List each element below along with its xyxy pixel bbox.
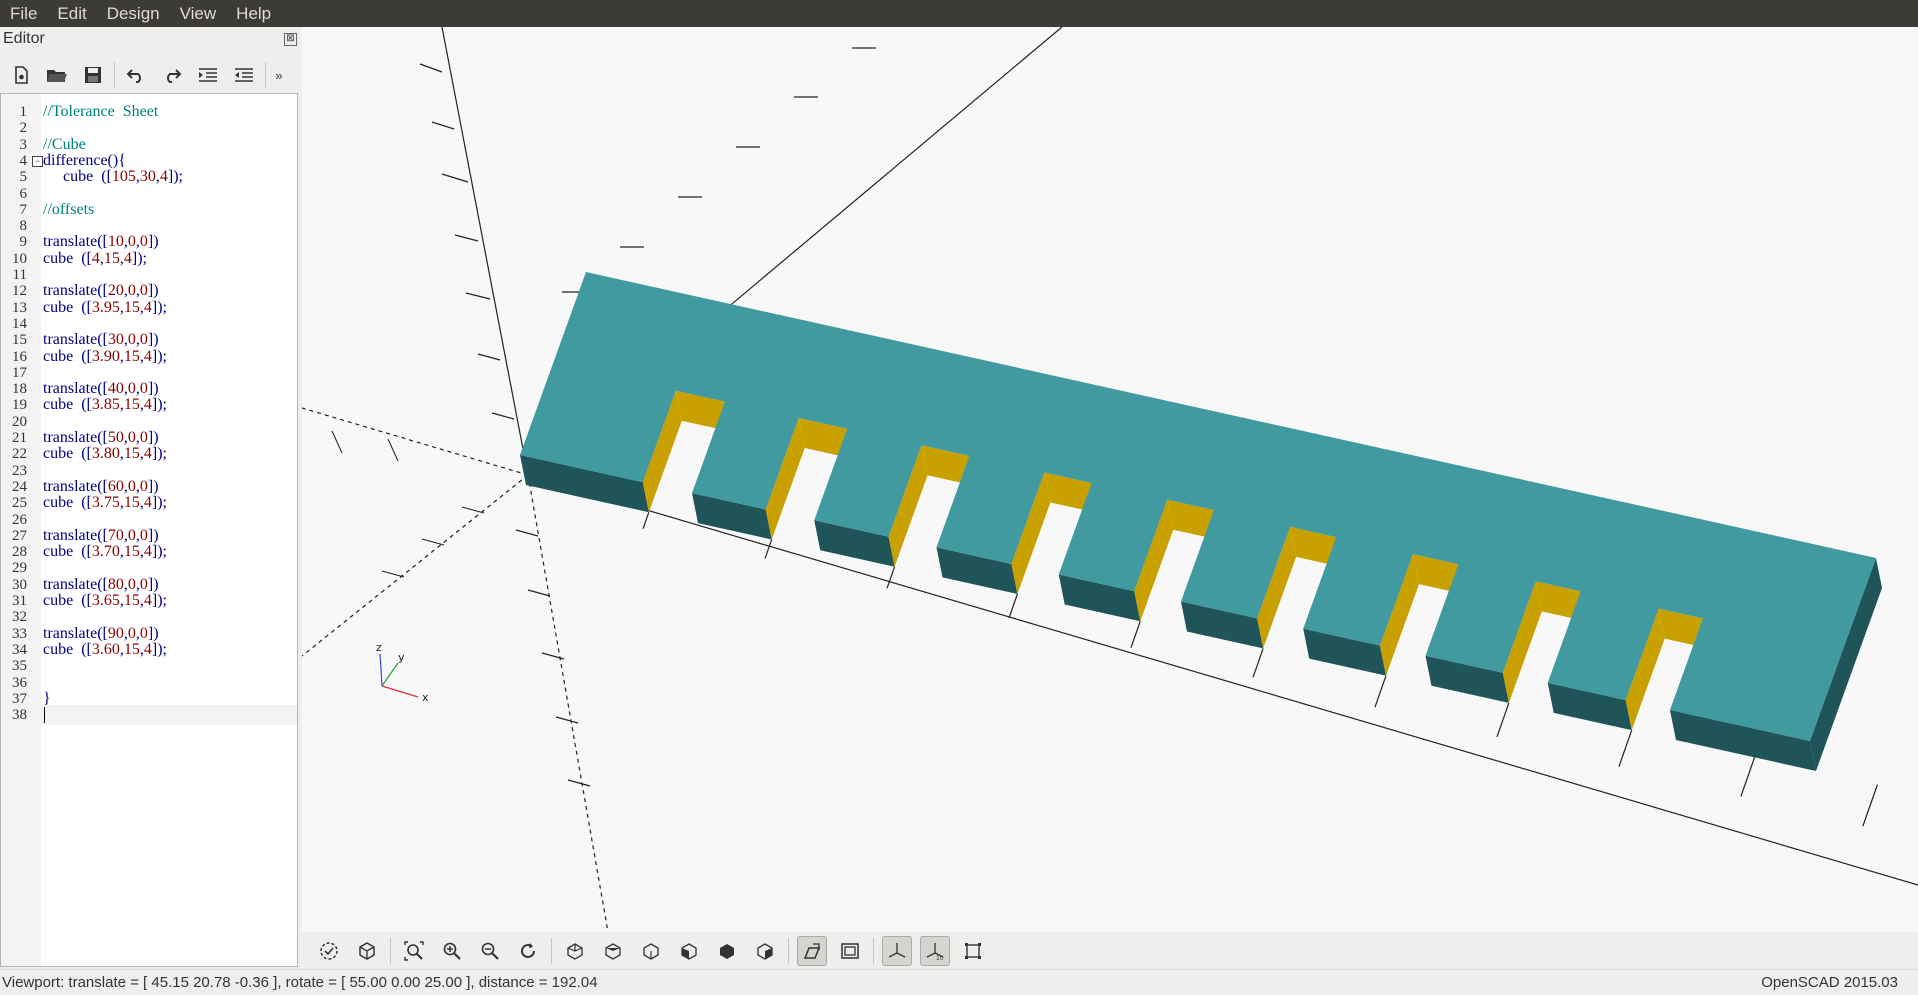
view-right-icon[interactable] [560, 936, 590, 966]
x-scale-tick [1740, 757, 1756, 797]
view-back-icon[interactable] [750, 936, 780, 966]
3d-scene: x y z [302, 27, 1918, 932]
indent-icon[interactable] [193, 60, 223, 90]
show-axes-icon[interactable] [882, 935, 912, 966]
code-editor[interactable]: 1//Tolerance Sheet 2 3//Cube 4 difference(){… [0, 93, 298, 967]
unindent-icon[interactable] [229, 60, 259, 90]
z-axis-negative [527, 474, 609, 932]
x-scale-tick [1618, 729, 1633, 767]
x-scale-tick [886, 566, 896, 589]
view-all-icon[interactable] [399, 936, 429, 966]
menu-design[interactable]: Design [97, 0, 170, 27]
menu-file[interactable]: File [0, 0, 47, 27]
render-icon[interactable] [352, 936, 382, 966]
show-edges-icon[interactable] [958, 936, 988, 966]
view-front-icon[interactable] [712, 936, 742, 966]
orthogonal-icon[interactable] [835, 936, 865, 966]
x-scale-tick [1252, 648, 1264, 678]
view-left-icon[interactable] [674, 936, 704, 966]
undo-icon[interactable] [121, 60, 151, 90]
x-axis-negative [302, 407, 529, 476]
svg-text:10: 10 [936, 955, 944, 961]
toolbar-separator [114, 62, 115, 88]
status-bar: Viewport: translate = [ 45.15 20.78 -0.3… [0, 969, 1918, 995]
x-scale-tick [1496, 702, 1510, 738]
menu-bar: File Edit Design View Help [0, 0, 1918, 27]
menu-edit[interactable]: Edit [47, 0, 96, 27]
y-scale-ticks [562, 47, 876, 293]
gizmo-y-label: y [398, 651, 405, 664]
x-scale-tick [642, 512, 650, 529]
save-icon[interactable] [78, 60, 108, 90]
line-number: 38 [12, 707, 27, 724]
y-axis-negative [302, 474, 529, 657]
zoom-in-icon[interactable] [437, 936, 467, 966]
viewport-status: Viewport: translate = [ 45.15 20.78 -0.3… [2, 974, 598, 991]
view-bottom-icon[interactable] [636, 936, 666, 966]
toolbar-separator [390, 937, 391, 964]
toolbar-separator [788, 937, 789, 964]
gizmo-z-label: z [376, 641, 382, 654]
editor-close-icon[interactable]: ⊠ [284, 33, 297, 46]
gizmo-y [381, 662, 399, 687]
gizmo-z [379, 653, 383, 687]
x-scale-tick [764, 539, 773, 559]
zoom-out-icon[interactable] [475, 936, 505, 966]
text-cursor [44, 707, 45, 724]
new-file-icon[interactable] [6, 60, 36, 90]
x-scale-tick [1130, 620, 1141, 648]
app-version: OpenSCAD 2015.03 [1761, 974, 1898, 991]
render-preview-icon[interactable] [314, 936, 344, 966]
toolbar-separator [551, 937, 552, 964]
view-top-icon[interactable] [598, 936, 628, 966]
3d-viewport[interactable]: x y z [302, 27, 1918, 932]
toolbar-separator [873, 937, 874, 964]
open-file-icon[interactable] [42, 60, 72, 90]
menu-view[interactable]: View [170, 0, 227, 27]
menu-help[interactable]: Help [226, 0, 281, 27]
viewport-toolbar: 10 [302, 932, 1918, 969]
neg-y-ticks [331, 430, 485, 578]
editor-toolbar: » [6, 57, 298, 93]
editor-title: Editor [3, 30, 45, 47]
gizmo-x [381, 685, 419, 698]
fold-toggle-icon[interactable]: − [32, 155, 43, 167]
show-scale-icon[interactable]: 10 [920, 935, 950, 966]
reset-view-icon[interactable] [513, 936, 543, 966]
redo-icon[interactable] [157, 60, 187, 90]
editor-panel: Editor ⊠ » 1//Tolerance Sheet 2 3//Cube 4 di… [0, 27, 300, 969]
x-scale-tick [1374, 675, 1387, 708]
x-scale-tick [1008, 593, 1018, 619]
toolbar-separator [265, 62, 266, 88]
z-axis [441, 27, 529, 476]
x-scale-tick [1862, 784, 1878, 827]
code-line: 38 [1, 705, 297, 726]
gizmo-x-label: x [422, 691, 429, 704]
perspective-icon[interactable] [797, 935, 827, 966]
more-icon[interactable]: » [272, 60, 286, 90]
